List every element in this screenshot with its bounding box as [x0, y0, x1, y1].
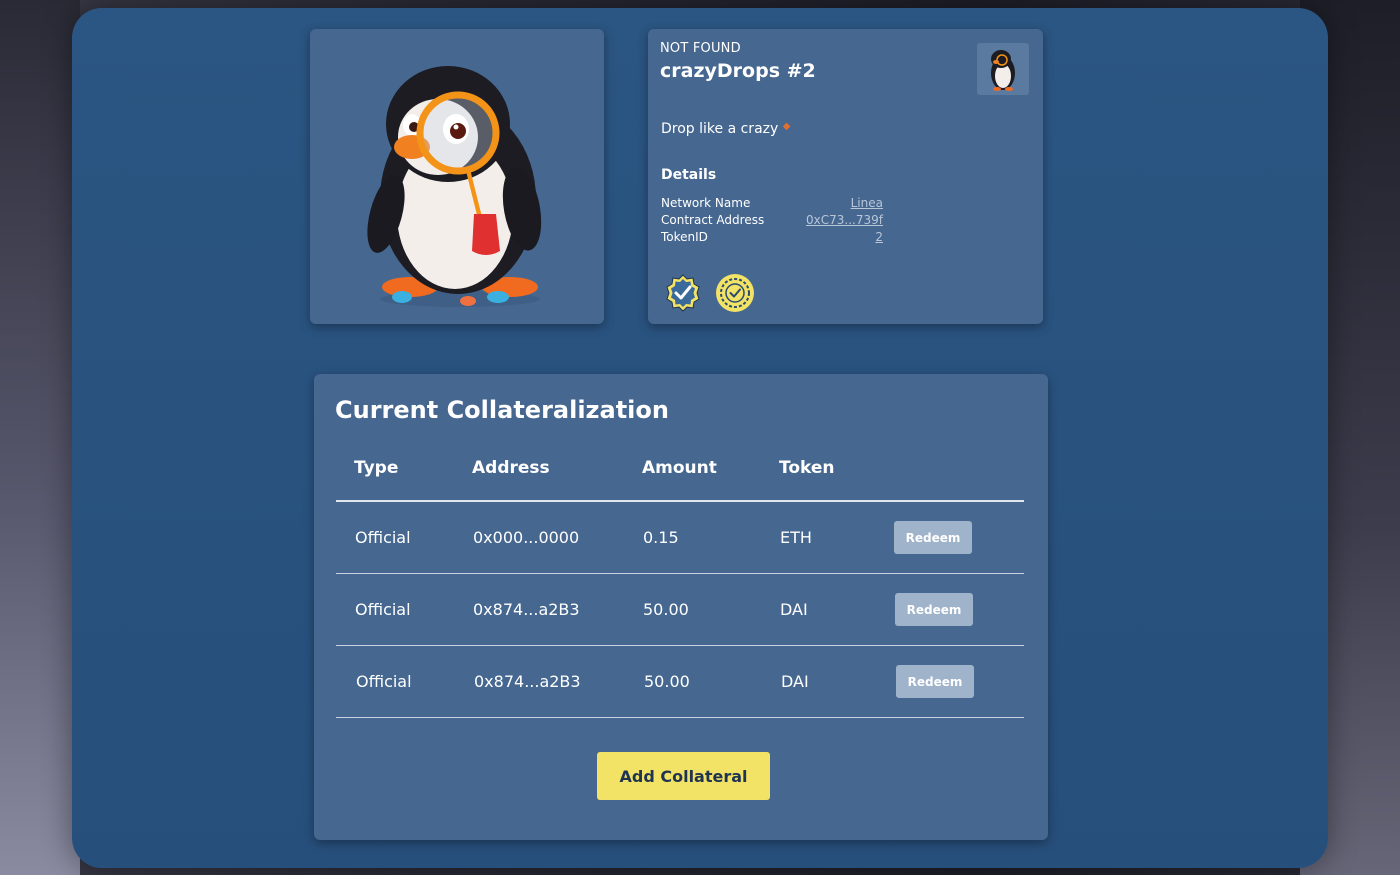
cell-address: 0x874...a2B3 [473, 600, 580, 619]
header-divider [336, 500, 1024, 502]
cell-amount: 50.00 [643, 600, 689, 619]
details-heading: Details [661, 167, 717, 183]
nft-thumbnail [977, 43, 1029, 95]
cell-type: Official [356, 672, 412, 691]
nft-title: crazyDrops #2 [660, 60, 816, 82]
redeem-button[interactable]: Redeem [895, 593, 973, 626]
cell-type: Official [355, 600, 411, 619]
certified-seal-icon[interactable] [715, 273, 755, 313]
row-divider [336, 645, 1024, 646]
collateralization-title: Current Collateralization [335, 396, 669, 424]
cell-token: ETH [780, 528, 812, 547]
detail-label: TokenID [661, 230, 708, 244]
column-header-type: Type [354, 458, 399, 478]
network-link[interactable]: Linea [851, 196, 883, 210]
cell-token: DAI [780, 600, 808, 619]
cell-token: DAI [781, 672, 809, 691]
collateralization-card: Current Collateralization Type Address A… [314, 374, 1048, 840]
detail-row-contract: Contract Address 0xC73...739f [661, 213, 883, 227]
cell-address: 0x000...0000 [473, 528, 580, 547]
detail-label: Network Name [661, 196, 751, 210]
background-left-edge [0, 0, 80, 875]
detail-row-tokenid: TokenID 2 [661, 230, 883, 244]
redeem-button[interactable]: Redeem [894, 521, 972, 554]
row-divider [336, 717, 1024, 718]
cell-amount: 50.00 [644, 672, 690, 691]
nft-description-text: Drop like a crazy [661, 121, 779, 137]
penguin-image [367, 66, 542, 307]
column-header-address: Address [472, 458, 550, 478]
nft-info-card: NOT FOUND crazyDrops #2 Drop like a craz… [648, 29, 1043, 324]
cell-address: 0x874...a2B3 [474, 672, 581, 691]
column-header-amount: Amount [642, 458, 717, 478]
add-collateral-button[interactable]: Add Collateral [597, 752, 770, 800]
verified-badge-icon[interactable] [663, 273, 703, 313]
penguin-thumbnail-image [991, 50, 1015, 91]
row-divider [336, 573, 1024, 574]
tokenid-link[interactable]: 2 [875, 230, 883, 244]
cell-amount: 0.15 [643, 528, 679, 547]
nft-status: NOT FOUND [660, 41, 741, 56]
nft-description: Drop like a crazy ◆ [661, 121, 790, 137]
nft-image-card [310, 29, 604, 324]
cell-type: Official [355, 528, 411, 547]
detail-label: Contract Address [661, 213, 765, 227]
contract-address-link[interactable]: 0xC73...739f [806, 213, 883, 227]
column-header-token: Token [779, 458, 835, 478]
detail-row-network: Network Name Linea [661, 196, 883, 210]
redeem-button[interactable]: Redeem [896, 665, 974, 698]
drop-emoji-icon: ◆ [782, 121, 791, 132]
